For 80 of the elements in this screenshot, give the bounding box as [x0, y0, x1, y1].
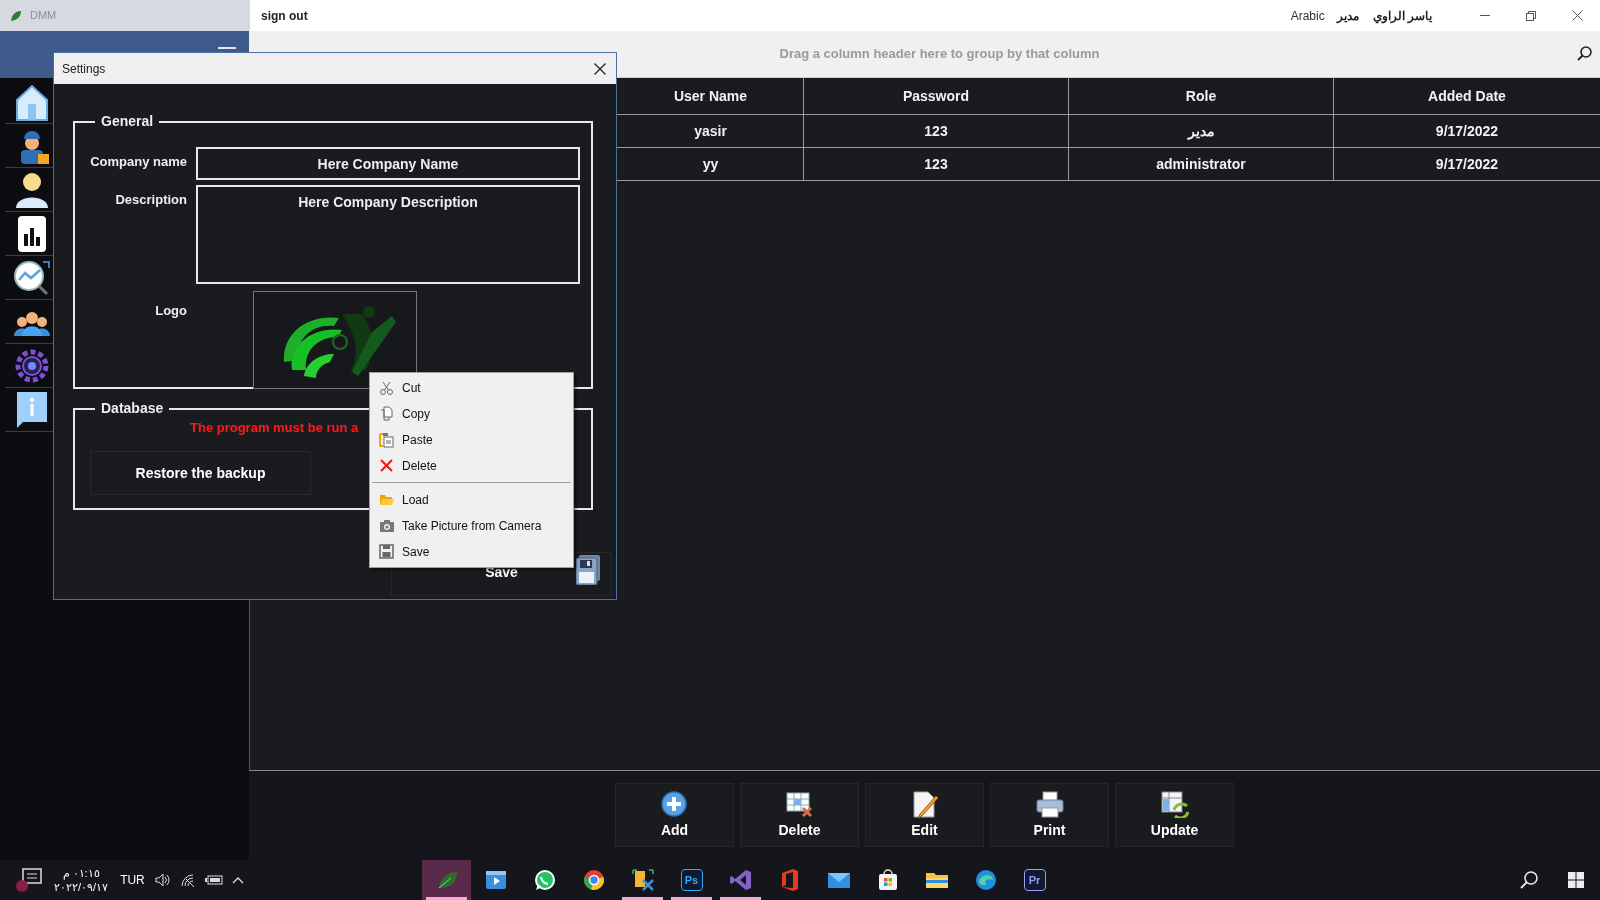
battery-icon[interactable] — [204, 874, 223, 886]
column-header[interactable]: User Name — [618, 78, 803, 114]
film-icon[interactable] — [483, 868, 508, 892]
toolbar-button[interactable]: Update — [1115, 783, 1234, 847]
running-indicator — [671, 897, 712, 900]
menu-item[interactable]: Copy — [402, 405, 430, 423]
warning-text: The program must be run a — [189, 419, 360, 437]
clock-date: ٢٠٢٢/٠٩/١٧ — [54, 880, 109, 894]
group-title: General — [100, 112, 155, 131]
running-indicator — [622, 897, 663, 900]
table-cell: administrator — [1068, 148, 1333, 180]
chevron-up-icon[interactable] — [231, 876, 244, 884]
taskbar-button[interactable] — [422, 860, 471, 900]
notification-icon[interactable] — [22, 868, 42, 886]
field-label: Logo — [154, 302, 187, 320]
leaf-icon — [10, 9, 22, 22]
chat-bubble-icon[interactable] — [532, 868, 557, 892]
camera-icon — [379, 518, 395, 534]
user-name: ياسر الراوي — [1372, 7, 1432, 25]
taskbar-button[interactable]: Pr — [1010, 860, 1059, 900]
table-cell: 9/17/2022 — [1333, 115, 1600, 147]
menu-item[interactable]: Cut — [402, 379, 421, 397]
table-delete-icon — [784, 790, 815, 818]
plus-circle-icon — [659, 790, 690, 818]
clipboard-icon — [379, 432, 395, 448]
group-panel-hint: Drag a column header here to group by that column — [778, 45, 1100, 64]
column-header[interactable]: Added Date — [1333, 78, 1600, 114]
running-indicator — [720, 897, 761, 900]
wave-logo-icon[interactable] — [973, 868, 998, 892]
table-cell: 123 — [803, 148, 1068, 180]
toolbar-button[interactable]: Print — [990, 783, 1109, 847]
language-link[interactable]: Arabic — [1290, 6, 1325, 25]
column-header[interactable]: Role — [1068, 78, 1333, 114]
tools-icon[interactable] — [630, 868, 655, 892]
printer-icon — [1034, 790, 1065, 818]
table-cell-text: yasir — [693, 121, 728, 141]
speaker-icon[interactable] — [154, 873, 171, 887]
description-field[interactable]: Here Company Description — [196, 185, 580, 284]
menu-item[interactable]: Load — [402, 491, 429, 509]
badge-icon — [16, 880, 28, 892]
table-cell-text: yy — [701, 154, 720, 174]
field-label: Description — [114, 191, 187, 209]
group-title: Database — [100, 399, 165, 418]
menu-item[interactable]: Paste — [402, 431, 433, 449]
clock-time: ٠١:١٥ م — [62, 866, 100, 880]
table-refresh-icon — [1159, 790, 1190, 818]
windows-logo-icon[interactable] — [1568, 872, 1584, 888]
field-label: Company name — [89, 153, 187, 171]
sign-out-link[interactable]: sign out — [261, 6, 308, 25]
restore-backup-button[interactable]: Restore the backup — [90, 451, 311, 495]
table-cell: 123 — [803, 115, 1068, 147]
user-role: مدير — [1336, 7, 1359, 25]
table-cell: 9/17/2022 — [1333, 148, 1600, 180]
toolbar-button[interactable]: Edit — [865, 783, 984, 847]
app-icon[interactable]: Ps — [680, 869, 703, 891]
round-browser-icon[interactable] — [581, 868, 606, 892]
column-header[interactable]: Password — [803, 78, 1068, 114]
menu-item[interactable]: Take Picture from Camera — [402, 517, 542, 535]
close-icon[interactable] — [1571, 10, 1583, 21]
toolbar-button[interactable]: Add — [615, 783, 734, 847]
search-icon[interactable] — [1520, 871, 1538, 889]
input-language[interactable]: TUR — [120, 871, 145, 889]
company-name-field[interactable]: Here Company Name — [196, 147, 580, 180]
studio-icon[interactable] — [728, 868, 753, 892]
taskbar-button[interactable]: Ps — [667, 860, 716, 900]
search-icon[interactable] — [1577, 46, 1592, 61]
dialog-title: Settings — [62, 60, 106, 78]
running-indicator — [426, 897, 467, 900]
x-icon — [379, 458, 395, 474]
table-cell: مدير — [1068, 115, 1333, 147]
app-icon[interactable]: Pr — [1023, 869, 1046, 891]
network-icon[interactable] — [179, 873, 196, 887]
scissors-icon — [379, 380, 395, 396]
app-title: DMM — [30, 8, 57, 24]
folder-icon — [379, 492, 395, 508]
restore-icon[interactable] — [1526, 10, 1536, 21]
toolbar-button[interactable]: Delete — [740, 783, 859, 847]
close-icon[interactable] — [594, 62, 606, 75]
copy-icon — [379, 406, 395, 422]
menu-item[interactable]: Delete — [402, 457, 437, 475]
